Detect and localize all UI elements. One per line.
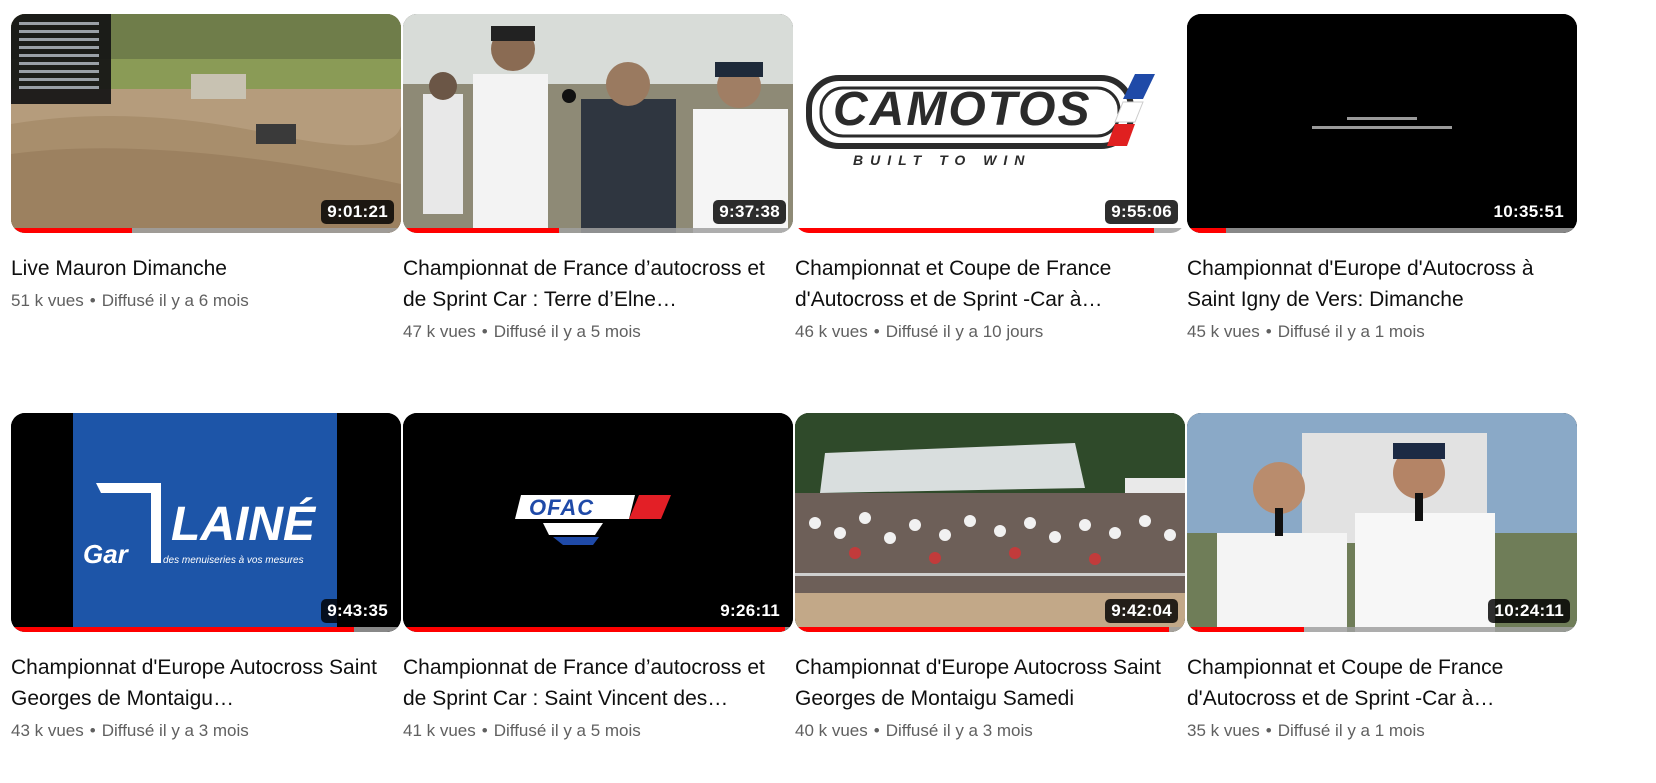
video-meta: 45 k vues • Diffusé il y a 1 mois	[1187, 322, 1425, 341]
video-thumbnail[interactable]: 9:01:21	[11, 14, 401, 233]
video-card[interactable]: CAMOTOS BUILT TO WIN 9:55:06 Championnat…	[795, 14, 1185, 342]
view-count: 46 k vues	[795, 322, 868, 341]
video-thumbnail[interactable]: Gar LAINÉ des menuiseries à vos mesures …	[11, 413, 401, 632]
video-card[interactable]: 9:01:21 Live Mauron Dimanche 51 k vues • D…	[11, 14, 401, 311]
duration-badge: 10:35:51	[1487, 200, 1570, 224]
video-card[interactable]: 9:42:04 Championnat d'Europe Autocross S…	[795, 413, 1185, 741]
view-count: 51 k vues	[11, 291, 84, 310]
watch-progress	[11, 627, 401, 632]
video-title[interactable]: Championnat d'Europe Autocross Saint Geo…	[795, 652, 1175, 714]
view-count: 41 k vues	[403, 721, 476, 740]
watch-progress	[795, 627, 1185, 632]
duration-badge: 9:55:06	[1105, 200, 1178, 224]
watch-progress	[403, 228, 793, 233]
view-count: 40 k vues	[795, 721, 868, 740]
view-count: 35 k vues	[1187, 721, 1260, 740]
watch-progress	[11, 228, 401, 233]
video-meta: 46 k vues • Diffusé il y a 10 jours	[795, 322, 1044, 341]
video-thumbnail[interactable]: 9:42:04	[795, 413, 1185, 632]
watch-progress	[1187, 627, 1577, 632]
watch-progress	[403, 627, 793, 632]
video-meta: 43 k vues • Diffusé il y a 3 mois	[11, 721, 249, 740]
camotos-logo-text: CAMOTOS	[833, 83, 1092, 136]
laine-logo-text: LAINÉ	[171, 498, 315, 551]
ofac-logo-text: OFAC	[529, 495, 595, 520]
duration-badge: 9:26:11	[714, 599, 786, 623]
view-count: 43 k vues	[11, 721, 84, 740]
view-count: 45 k vues	[1187, 322, 1260, 341]
upload-age: Diffusé il y a 1 mois	[1277, 721, 1425, 740]
laine-prefix-text: Gar	[83, 539, 128, 569]
video-thumbnail[interactable]: 10:24:11	[1187, 413, 1577, 632]
duration-badge: 9:01:21	[321, 200, 394, 224]
upload-age: Diffusé il y a 10 jours	[885, 322, 1044, 341]
video-thumbnail[interactable]: OFAC 9:26:11	[403, 413, 793, 632]
upload-age: Diffusé il y a 5 mois	[493, 322, 641, 341]
watch-progress	[795, 228, 1185, 233]
video-meta: 47 k vues • Diffusé il y a 5 mois	[403, 322, 641, 341]
video-meta: 40 k vues • Diffusé il y a 3 mois	[795, 721, 1033, 740]
watch-progress-fill	[1187, 627, 1304, 632]
video-title[interactable]: Championnat d'Europe d'Autocross à Saint…	[1187, 253, 1567, 315]
duration-badge: 9:37:38	[713, 200, 786, 224]
watch-progress-fill	[1187, 228, 1226, 233]
video-title[interactable]: Championnat de France d’autocross et de …	[403, 253, 783, 315]
upload-age: Diffusé il y a 5 mois	[493, 721, 641, 740]
video-title[interactable]: Championnat d'Europe Autocross Saint Geo…	[11, 652, 391, 714]
video-meta: 35 k vues • Diffusé il y a 1 mois	[1187, 721, 1425, 740]
video-title[interactable]: Championnat et Coupe de France d'Autocro…	[795, 253, 1175, 315]
video-card[interactable]: Gar LAINÉ des menuiseries à vos mesures …	[11, 413, 401, 741]
video-thumbnail[interactable]: 10:35:51	[1187, 14, 1577, 233]
video-card[interactable]: 9:37:38 Championnat de France d’autocros…	[403, 14, 793, 342]
video-card[interactable]: 10:35:51 Championnat d'Europe d'Autocros…	[1187, 14, 1577, 342]
upload-age: Diffusé il y a 6 mois	[101, 291, 249, 310]
video-title[interactable]: Championnat de France d’autocross et de …	[403, 652, 783, 714]
video-meta: 41 k vues • Diffusé il y a 5 mois	[403, 721, 641, 740]
upload-age: Diffusé il y a 1 mois	[1277, 322, 1425, 341]
upload-age: Diffusé il y a 3 mois	[885, 721, 1033, 740]
view-count: 47 k vues	[403, 322, 476, 341]
watch-progress-fill	[403, 627, 786, 632]
duration-badge: 9:43:35	[321, 599, 394, 623]
upload-age: Diffusé il y a 3 mois	[101, 721, 249, 740]
laine-tagline: des menuiseries à vos mesures	[163, 555, 304, 566]
video-card[interactable]: OFAC 9:26:11 Championnat de France d’aut…	[403, 413, 793, 741]
duration-badge: 10:24:11	[1488, 599, 1570, 623]
watch-progress	[1187, 228, 1577, 233]
watch-progress-fill	[403, 228, 559, 233]
duration-badge: 9:42:04	[1105, 599, 1178, 623]
video-thumbnail[interactable]: CAMOTOS BUILT TO WIN 9:55:06	[795, 14, 1185, 233]
video-thumbnail[interactable]: 9:37:38	[403, 14, 793, 233]
video-meta: 51 k vues • Diffusé il y a 6 mois	[11, 291, 249, 310]
watch-progress-fill	[11, 627, 355, 632]
camotos-tagline: BUILT TO WIN	[853, 152, 1032, 168]
watch-progress-fill	[795, 627, 1170, 632]
video-title[interactable]: Championnat et Coupe de France d'Autocro…	[1187, 652, 1567, 714]
video-card[interactable]: 10:24:11 Championnat et Coupe de France …	[1187, 413, 1577, 741]
watch-progress-fill	[11, 228, 132, 233]
watch-progress-fill	[795, 228, 1154, 233]
video-title[interactable]: Live Mauron Dimanche	[11, 253, 391, 284]
